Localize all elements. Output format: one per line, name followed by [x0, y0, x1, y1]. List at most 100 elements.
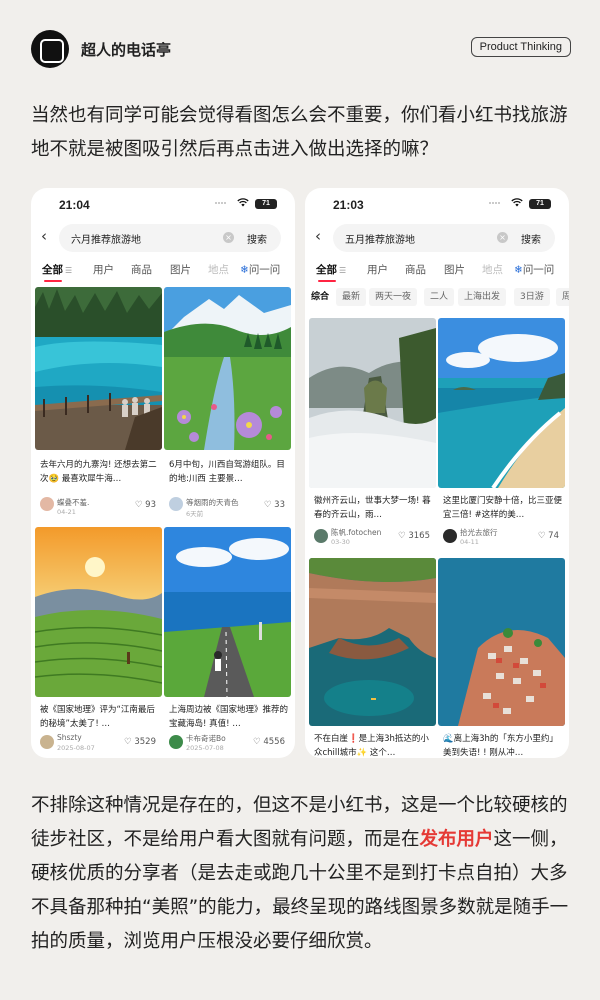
back-icon[interactable]: ‹	[315, 227, 321, 245]
note-date: 04-11	[460, 538, 479, 546]
tab-images[interactable]: 图片	[444, 262, 465, 277]
note-card[interactable]: 6月中旬，川西自驾游组队。目的地:川西 主要景… 等烟雨的天青色 6天前 ♡ 3…	[164, 287, 291, 518]
note-image-terraces	[35, 527, 162, 697]
heart-icon: ♡	[398, 531, 406, 541]
avatar[interactable]	[314, 529, 328, 543]
like-count[interactable]: ♡ 3165	[398, 531, 430, 541]
tab-ask[interactable]: ❄问一问	[514, 262, 554, 277]
chip-comprehensive[interactable]: 综合	[305, 288, 336, 306]
avatar[interactable]	[40, 735, 54, 749]
tab-products[interactable]: 商品	[405, 262, 426, 277]
brand-logo	[31, 30, 69, 68]
status-time: 21:04	[59, 198, 90, 212]
search-query: 六月推荐旅游地	[71, 235, 141, 246]
category-tag[interactable]: Product Thinking	[470, 37, 571, 57]
chip-two-days[interactable]: 两天一夜	[369, 288, 418, 306]
note-card[interactable]: 被《国家地理》评为“江南最后的秘境”太美了! … Shszty 2025-08-…	[35, 527, 162, 752]
search-button[interactable]: 搜索	[521, 231, 541, 246]
battery-icon: 71	[255, 199, 277, 209]
chip-two-people[interactable]: 二人	[424, 288, 455, 306]
search-button[interactable]: 搜索	[247, 231, 267, 246]
tab-ask[interactable]: ❄问一问	[240, 262, 280, 277]
note-card[interactable]: 去年六月的九寨沟! 还想去第二次🥹 最喜欢犀牛海… 蝶叠不羞. 04-21 ♡ …	[35, 287, 162, 517]
avatar[interactable]	[169, 735, 183, 749]
note-date: 2025-08-07	[57, 744, 95, 752]
like-count[interactable]: ♡ 74	[538, 531, 559, 541]
status-bar: 21:04 71	[31, 188, 295, 220]
heart-icon: ♡	[134, 500, 143, 510]
note-image-beach	[438, 318, 565, 488]
tab-all[interactable]: 全部 ☰	[42, 262, 72, 282]
note-title: 去年六月的九寨沟! 还想去第二次🥹 最喜欢犀牛海…	[40, 460, 157, 484]
like-count[interactable]: ♡ 4556	[253, 737, 285, 747]
filter-chips: 综合 最新 两天一夜 二人 上海出发 3日游 周	[305, 288, 569, 308]
intro-paragraph: 当然也有同学可能会觉得看图怎么会不重要，你们看小红书找旅游地不就是被图吸引然后再…	[31, 105, 568, 160]
like-count[interactable]: ♡ 33	[264, 500, 285, 510]
avatar[interactable]	[443, 529, 457, 543]
filter-icon[interactable]: ☰	[65, 266, 72, 275]
phone-screenshot-may: 21:03 71 ‹ 五月推荐旅游地 × 搜索 全部 ☰ 用户 商品 图片 地点 …	[305, 188, 569, 758]
note-card[interactable]: 这里比厦门安静十倍，比三亚便宜三倍! #这样的美… 拾光去旅行 04-11 ♡ …	[438, 318, 565, 548]
note-date: 6天前	[186, 510, 204, 518]
note-author[interactable]: 等烟雨的天青色	[186, 497, 239, 508]
heart-icon: ♡	[253, 737, 261, 747]
note-author[interactable]: 陈帆.fotochen	[331, 527, 381, 538]
note-author[interactable]: 拾光去旅行	[460, 527, 498, 538]
article-header: 超人的电话亭 Product Thinking	[31, 30, 571, 70]
battery-icon: 71	[529, 199, 551, 209]
signal-icon	[215, 202, 227, 206]
note-author[interactable]: 蝶叠不羞.	[57, 497, 89, 508]
note-title: 🌊离上海3h的「东方小里约」美到失语! ! 刚从冲…	[443, 734, 558, 758]
note-image-lake	[35, 287, 162, 450]
filter-icon[interactable]: ☰	[339, 266, 346, 275]
status-time: 21:03	[333, 198, 364, 212]
note-image-meadow	[164, 287, 291, 450]
tab-all[interactable]: 全部 ☰	[316, 262, 346, 282]
note-card[interactable]: 上海周边被《国家地理》推荐的宝藏海岛! 真值! … 卡布奇诺Bo 2025-07…	[164, 527, 291, 752]
note-title: 不在白崖❗是上海3h抵达的小众chill城市✨ 这个…	[314, 734, 429, 758]
chip-three-days[interactable]: 3日游	[514, 288, 550, 306]
note-card[interactable]: 不在白崖❗是上海3h抵达的小众chill城市✨ 这个…	[309, 558, 436, 758]
search-input[interactable]: 六月推荐旅游地 × 搜索	[59, 224, 281, 252]
like-count[interactable]: ♡ 3529	[124, 737, 156, 747]
tab-images[interactable]: 图片	[170, 262, 191, 277]
note-author[interactable]: Shszty	[57, 733, 82, 742]
avatar[interactable]	[169, 497, 183, 511]
note-card[interactable]: 🌊离上海3h的「东方小里约」美到失语! ! 刚从冲…	[438, 558, 565, 758]
phone-screenshot-june: 21:04 71 ‹ 六月推荐旅游地 × 搜索 全部 ☰ 用户 商品 图片 地点 …	[31, 188, 295, 758]
back-icon[interactable]: ‹	[41, 227, 47, 245]
tab-users[interactable]: 用户	[367, 262, 388, 277]
clear-icon[interactable]: ×	[497, 232, 508, 243]
heart-icon: ♡	[537, 531, 546, 541]
note-title: 这里比厦门安静十倍，比三亚便宜三倍! #这样的美…	[443, 496, 563, 520]
chip-from-shanghai[interactable]: 上海出发	[458, 288, 507, 306]
note-date: 03-30	[331, 538, 350, 546]
like-count[interactable]: ♡ 93	[135, 500, 156, 510]
note-date: 04-21	[57, 508, 76, 516]
highlight-text: 发布用户	[419, 829, 494, 850]
search-input[interactable]: 五月推荐旅游地 × 搜索	[333, 224, 555, 252]
note-image-island-village	[438, 558, 565, 726]
chip-latest[interactable]: 最新	[336, 288, 367, 306]
tab-products[interactable]: 商品	[131, 262, 152, 277]
ask-icon: ❄	[514, 264, 523, 276]
note-title: 6月中旬，川西自驾游组队。目的地:川西 主要景…	[169, 460, 285, 484]
clear-icon[interactable]: ×	[223, 232, 234, 243]
chip-week[interactable]: 周	[556, 288, 569, 306]
note-title: 上海周边被《国家地理》推荐的宝藏海岛! 真值! …	[169, 705, 289, 729]
note-card[interactable]: 徽州齐云山，世事大梦一场! 暮春的齐云山，雨… 陈帆.fotochen 03-3…	[309, 318, 436, 548]
conclusion-paragraph: 不排除这种情况是存在的，但这不是小红书，这是一个比较硬核的徒步社区，不是给用户看…	[31, 795, 569, 952]
note-image-misty-mountain	[309, 318, 436, 488]
note-image-cliffs	[309, 558, 436, 726]
signal-icon	[489, 202, 501, 206]
note-date: 2025-07-08	[186, 744, 224, 752]
note-title: 徽州齐云山，世事大梦一场! 暮春的齐云山，雨…	[314, 496, 431, 520]
avatar[interactable]	[40, 497, 54, 511]
tab-places[interactable]: 地点	[208, 262, 229, 277]
note-author[interactable]: 卡布奇诺Bo	[186, 733, 226, 744]
wifi-icon	[237, 198, 249, 210]
status-bar: 21:03 71	[305, 188, 569, 220]
brand-name: 超人的电话亭	[81, 41, 172, 59]
tab-places[interactable]: 地点	[482, 262, 503, 277]
tab-users[interactable]: 用户	[93, 262, 114, 277]
